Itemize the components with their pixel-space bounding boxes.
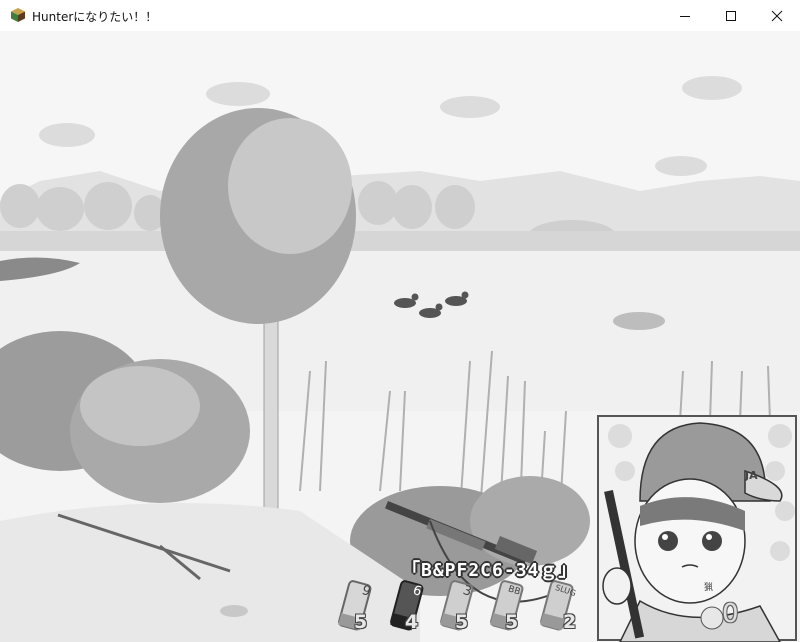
cap-letters: JA bbox=[745, 469, 758, 482]
shell-count-bb: 5 bbox=[505, 611, 519, 633]
maximize-button[interactable] bbox=[708, 0, 754, 31]
close-icon bbox=[771, 10, 783, 21]
tree-highlight bbox=[228, 118, 352, 254]
minimize-button[interactable] bbox=[662, 0, 708, 31]
shell-count-9: 5 bbox=[354, 611, 368, 633]
badge-label: 猟 bbox=[704, 583, 714, 593]
rock bbox=[613, 312, 665, 330]
tree-trunk bbox=[263, 290, 279, 532]
character-portrait bbox=[597, 415, 797, 642]
pebble bbox=[220, 605, 248, 617]
shell-count-6: 4 bbox=[405, 611, 419, 633]
app-cube-icon bbox=[11, 8, 25, 22]
window-title: Hunterになりたい！！ bbox=[32, 10, 158, 24]
minimize-icon bbox=[680, 15, 690, 17]
selected-ammo-label: 「B&PF2C6-34ｇ」 bbox=[402, 560, 578, 581]
window-titlebar: Hunterになりたい！！ bbox=[0, 0, 800, 32]
shell-count-3: 5 bbox=[455, 611, 469, 633]
close-button[interactable] bbox=[754, 0, 800, 31]
maximize-icon bbox=[726, 10, 736, 21]
shell-count-slug: 2 bbox=[563, 611, 577, 633]
score-counter: 0 bbox=[722, 599, 739, 629]
hunting-scene bbox=[0, 31, 800, 642]
game-canvas[interactable]: 9 6 3 BB SLUG 5 4 5 5 2 「B&PF2C6-34ｇ」 JA… bbox=[0, 31, 800, 642]
